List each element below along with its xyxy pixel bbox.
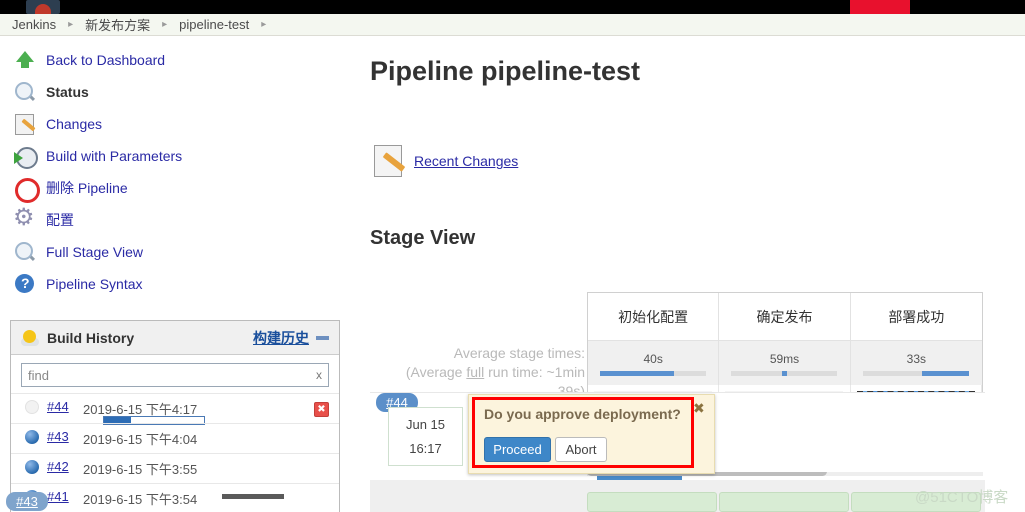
build-date-time: 16:17 [409,440,442,456]
sidebar-item-label: Changes [46,116,103,132]
collapse-icon[interactable] [316,335,329,340]
build-number-link[interactable]: #44 [47,399,83,414]
build-history-search-input[interactable]: find x [21,363,329,387]
stage-column-header: 初始化配置 [588,293,720,341]
stage-average-cell: 33s [850,341,982,385]
clock-play-icon [12,143,38,169]
build-43-bar [222,494,284,499]
build-timestamp: 2019-6-15 下午3:55 [83,462,198,477]
stage-average-time: 40s [643,352,663,366]
sidebar-item-label: 删除 Pipeline [46,180,128,196]
close-icon[interactable]: ✖ [693,401,707,415]
screen-root: Jenkins ▸ 新发布方案 ▸ pipeline-test ▸ Back t… [0,0,1025,512]
build-date-day: Jun 15 [405,416,446,432]
sidebar-item-label: Build with Parameters [46,148,183,164]
sidebar-item-configure[interactable]: 配置 [0,203,350,236]
sidebar-item-delete-pipeline[interactable]: 删除 Pipeline [0,172,350,204]
sidebar: Back to Dashboard Status Changes Build w… [0,44,350,300]
recent-changes-block[interactable]: Recent Changes [370,141,1025,181]
breadcrumb-separator-icon: ▸ [162,19,168,30]
build-history-zh-link[interactable]: 构建历史 [253,328,309,348]
stage-average-bar [600,371,707,376]
search-placeholder: find [28,367,49,383]
build-history-row[interactable]: #42 2019-6-15 下午3:55 [11,453,339,483]
avatar [26,0,60,14]
sidebar-item-pipeline-syntax[interactable]: Pipeline Syntax [0,268,350,300]
breadcrumb-item-jenkins[interactable]: Jenkins [12,17,56,32]
weather-sun-icon [21,329,39,347]
stage-average-bar [731,371,838,376]
sidebar-item-changes[interactable]: Changes [0,108,350,140]
stage-average-time: 59ms [769,352,800,366]
build-history-title: Build History [47,329,135,346]
breadcrumb-separator-icon: ▸ [261,19,267,30]
sidebar-item-label: Pipeline Syntax [46,276,143,292]
recent-changes-link[interactable]: Recent Changes [414,153,518,169]
stage-cell[interactable] [719,492,849,512]
build-history-panel: Build History 构建历史 find x #44 2019-6-15 … [10,320,340,512]
stage-average-time: 33s [906,352,926,366]
up-arrow-icon [12,47,38,73]
notepad-pencil-icon [12,111,38,137]
sidebar-item-status[interactable]: Status [0,76,350,108]
sidebar-item-label: 配置 [46,212,74,228]
magnifier-icon [12,79,38,105]
sidebar-item-back-to-dashboard[interactable]: Back to Dashboard [0,44,350,76]
stop-build-button[interactable]: ✖ [314,402,329,417]
sidebar-item-full-stage-view[interactable]: Full Stage View [0,236,350,268]
avg-line-1: Average stage times: [453,345,585,361]
stage-average-row: 40s 59ms 33s [588,341,982,385]
breadcrumb-separator-icon: ▸ [68,19,74,30]
build-history-row[interactable]: #41 2019-6-15 下午3:54 [11,483,339,512]
build-number-badge[interactable]: #43 [6,492,48,511]
stage-view-title: Stage View [370,227,476,249]
sidebar-item-label: Back to Dashboard [46,52,166,68]
build-timestamp: 2019-6-15 下午4:04 [83,432,198,447]
approval-question: Do you approve deployment? [484,406,681,422]
breadcrumb: Jenkins ▸ 新发布方案 ▸ pipeline-test ▸ [0,14,1025,36]
main-content: Pipeline pipeline-test Recent Changes St… [370,44,1025,250]
stage-average-bar [863,371,970,376]
stage-column-header: 确定发布 [719,293,851,341]
build-timestamp: 2019-6-15 下午3:54 [83,492,198,507]
stage-average-cell: 40s [588,341,720,385]
build-history-row[interactable]: #43 2019-6-15 下午4:04 [11,423,339,453]
build-status-icon [25,430,39,444]
notepad-pencil-icon [370,141,410,181]
browser-top-strip [0,0,1025,14]
watermark: @51CTO博客 [915,489,1009,506]
red-block [850,0,910,14]
stage-average-cell: 59ms [719,341,851,385]
gear-icon [12,203,38,233]
question-circle-icon [12,271,38,297]
avg-line-2-pre: (Average [405,364,467,380]
build-history-header: Build History 构建历史 [11,321,339,355]
stage-header-row: 初始化配置 确定发布 部署成功 [588,293,982,341]
breadcrumb-item-folder[interactable]: 新发布方案 [85,15,150,34]
stage-cell[interactable] [587,492,717,512]
sidebar-item-label: Full Stage View [46,244,144,260]
sidebar-item-build-with-parameters[interactable]: Build with Parameters [0,140,350,172]
clear-search-icon[interactable]: x [316,368,322,382]
ban-icon [12,175,40,203]
build-number-link[interactable]: #42 [47,459,83,474]
breadcrumb-item-job[interactable]: pipeline-test [179,17,249,32]
build-number-link[interactable]: #43 [47,429,83,444]
build-number-link[interactable]: #41 [47,489,83,504]
magnifier-icon [12,239,38,265]
abort-button[interactable]: Abort [555,437,607,462]
proceed-button[interactable]: Proceed [484,437,551,462]
build-status-icon [25,400,39,414]
build-date-box: Jun 15 16:17 [388,407,463,466]
avg-line-2-underline: full [466,364,485,380]
stage-column-header: 部署成功 [850,293,982,341]
sidebar-item-label: Status [46,84,89,100]
build-history-row[interactable]: #44 2019-6-15 下午4:17 ✖ [11,393,339,425]
build-status-icon [25,460,39,474]
page-title: Pipeline pipeline-test [370,56,641,86]
